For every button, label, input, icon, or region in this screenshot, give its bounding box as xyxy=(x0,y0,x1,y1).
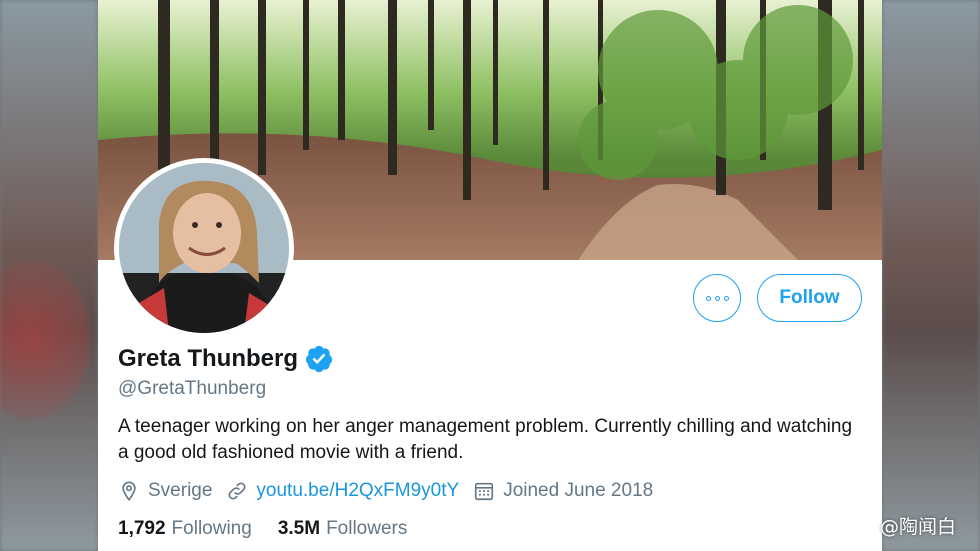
website-item[interactable]: youtu.be/H2QxFM9y0tY xyxy=(226,480,459,502)
website-link[interactable]: youtu.be/H2QxFM9y0tY xyxy=(256,480,459,502)
following-label: Following xyxy=(171,518,252,539)
location-text: Sverige xyxy=(148,480,213,501)
more-options-button[interactable] xyxy=(693,274,741,322)
following-count: 1,792 xyxy=(118,518,166,539)
followers-stat[interactable]: 3.5M Followers xyxy=(278,518,408,540)
followers-label: Followers xyxy=(326,518,408,539)
joined-text: Joined June 2018 xyxy=(503,480,654,501)
followers-count: 3.5M xyxy=(277,518,321,539)
more-options-icon xyxy=(705,295,711,301)
calendar-icon xyxy=(475,482,494,501)
profile-avatar[interactable] xyxy=(114,158,294,338)
avatar-photo xyxy=(119,163,289,333)
profile-meta-row: Sverige youtu.be/H2QxFM9y0tY Joined June… xyxy=(118,480,667,502)
follow-button[interactable]: Follow xyxy=(757,274,862,322)
profile-bio: A teenager working on her anger manageme… xyxy=(118,416,853,463)
following-stat[interactable]: 1,792 Following xyxy=(118,518,252,540)
location-pin-icon xyxy=(122,481,136,502)
watermark-text: @陶闻白 xyxy=(880,516,957,538)
profile-name-row: Greta Thunberg xyxy=(118,344,334,374)
profile-card: Follow Greta Thunberg @GretaThunberg A t… xyxy=(98,0,882,551)
verified-badge-icon xyxy=(305,345,333,373)
joined-item: Joined June 2018 xyxy=(473,480,653,502)
profile-stats-row: 1,792 Following 3.5M Followers xyxy=(118,518,433,540)
blurred-background-right xyxy=(882,0,980,551)
profile-handle: @GretaThunberg xyxy=(118,378,267,399)
location-item: Sverige xyxy=(118,480,212,502)
link-icon xyxy=(228,482,246,500)
profile-name: Greta Thunberg xyxy=(118,345,299,372)
blurred-background-left xyxy=(0,0,98,551)
